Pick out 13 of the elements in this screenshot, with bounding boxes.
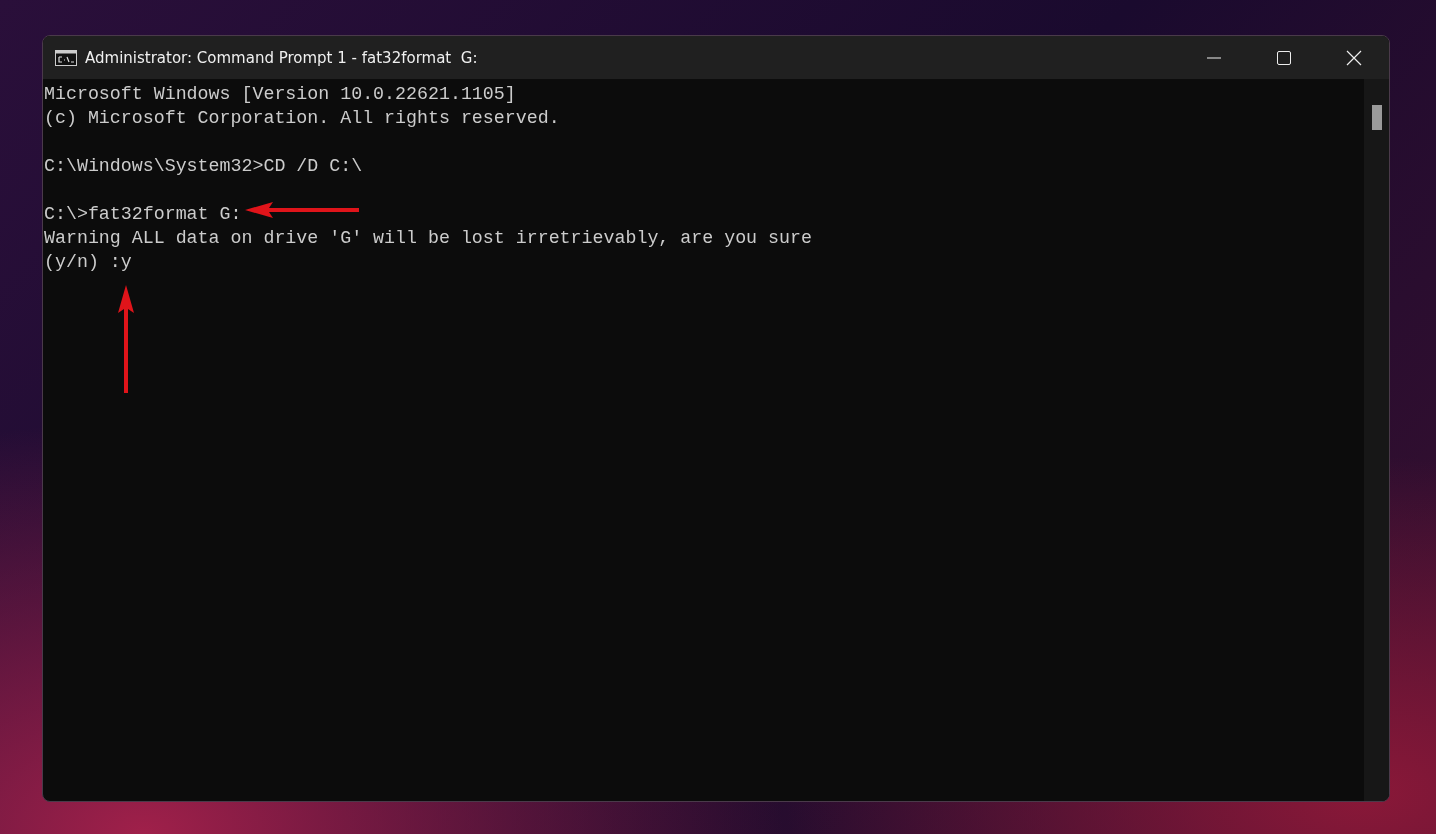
minimize-icon xyxy=(1207,56,1221,59)
window-title: Administrator: Command Prompt 1 - fat32format G: xyxy=(85,48,479,67)
console-line: Warning ALL data on drive 'G' will be lost irretrievably, are you sure xyxy=(44,227,812,250)
maximize-icon xyxy=(1276,49,1292,66)
command-prompt-icon xyxy=(55,49,77,66)
console-line: (y/n) :y xyxy=(44,251,132,274)
scrollbar-thumb[interactable] xyxy=(1372,105,1382,130)
console-line: (c) Microsoft Corporation. All rights reserved. xyxy=(44,107,560,130)
console-line: Microsoft Windows [Version 10.0.22621.1105] xyxy=(44,83,516,106)
console-line: C:\Windows\System32>CD /D C:\ xyxy=(44,155,363,178)
console-line: C:\>fat32format G: xyxy=(44,203,242,226)
scrollbar[interactable] xyxy=(1364,79,1389,801)
close-icon xyxy=(1346,49,1362,66)
